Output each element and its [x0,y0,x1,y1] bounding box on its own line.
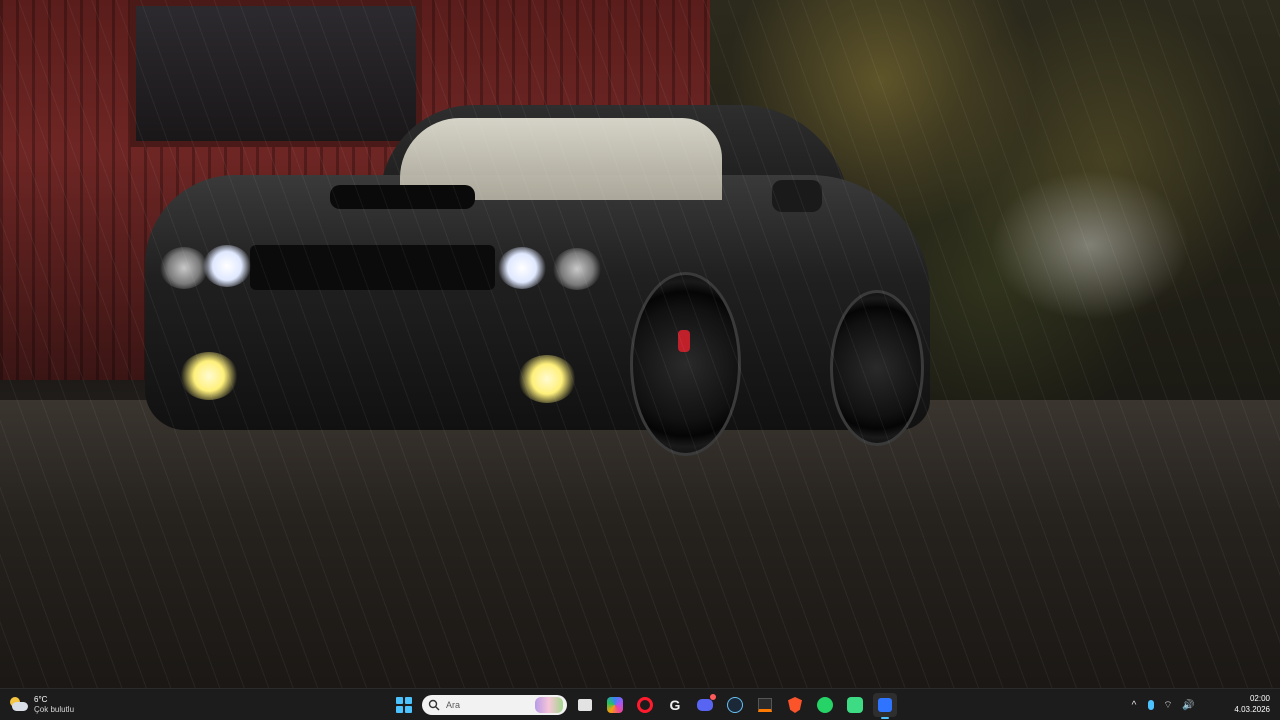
search-placeholder: Ara [446,700,461,710]
car-headlight-right [498,247,546,289]
file-explorer-icon [578,699,592,711]
discord-button[interactable] [693,693,717,717]
weather-widget[interactable]: 6°C Çok bulutlu [8,692,74,718]
dark-app-button[interactable] [753,693,777,717]
brave-icon [788,697,802,713]
clock[interactable]: 02:00 4.03.2026 [1234,693,1270,715]
building-window [130,0,422,147]
start-button[interactable] [392,693,416,717]
system-tray: ^ ⌔ 🔊 [1128,692,1195,718]
microphone-icon[interactable] [1148,700,1154,710]
desktop-wallpaper [0,0,1280,688]
car-front-wheel [630,272,741,456]
opera-button[interactable] [633,693,657,717]
partly-cloudy-icon [8,696,28,714]
android-button[interactable] [843,693,867,717]
car-rear-wheel [830,290,924,446]
opera-icon [637,697,653,713]
file-explorer-button[interactable] [573,693,597,717]
clock-date: 4.03.2026 [1234,705,1270,714]
wet-ground [0,400,1280,688]
copilot-button[interactable] [603,693,627,717]
active-indicator [881,717,889,719]
taskbar-pinned-apps: Ara G [392,692,897,719]
g-app-icon: G [669,697,681,713]
search-box[interactable]: Ara [422,695,567,715]
steam-icon [727,697,743,713]
car-grille [250,245,495,290]
steam-button[interactable] [723,693,747,717]
car-foglight-right [518,355,576,403]
exhaust-smoke [990,170,1190,320]
search-highlight-art-icon [535,697,563,713]
notification-badge [710,694,716,700]
g-app-button[interactable]: G [663,693,687,717]
car-brake-caliper [678,330,690,352]
search-icon [428,699,440,711]
brave-button[interactable] [783,693,807,717]
car-headlight-outer-right [553,248,601,290]
car-mirror [772,180,822,212]
car-hood-scoop [330,185,475,209]
active-app-button[interactable] [873,693,897,719]
weather-description: Çok bulutlu [34,705,75,714]
car-headlight-left [203,245,251,287]
copilot-icon [607,697,623,713]
wifi-icon[interactable]: ⌔ [1162,699,1174,712]
android-icon [847,697,863,713]
car-foglight-left [180,352,238,400]
weather-temperature: 6°C [34,695,48,704]
active-app-icon [878,698,892,712]
volume-icon[interactable]: 🔊 [1182,700,1194,711]
chevron-up-icon[interactable]: ^ [1128,700,1140,711]
clock-time: 02:00 [1249,694,1270,703]
windows-start-icon [396,697,412,713]
dark-app-icon [758,698,772,712]
whatsapp-icon [817,697,833,713]
discord-icon [697,699,713,711]
whatsapp-button[interactable] [813,693,837,717]
taskbar: 6°C Çok bulutlu Ara G ^ ⌔ 🔊 02:00 4.03.2… [0,688,1280,720]
car-headlight-outer-left [160,247,208,289]
